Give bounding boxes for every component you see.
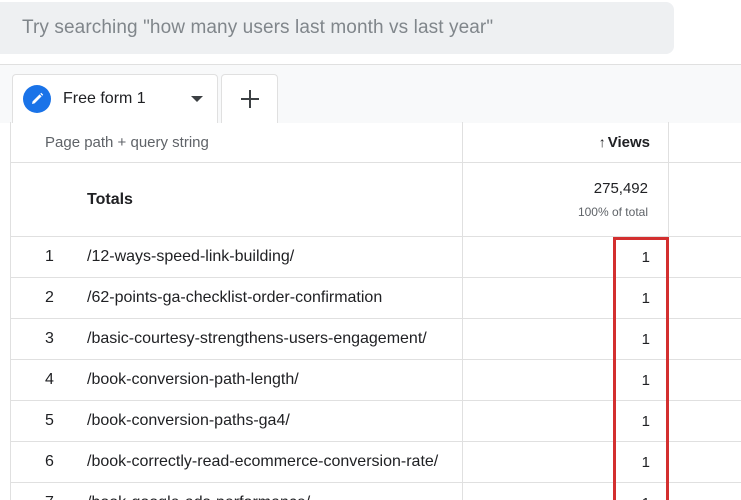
views-value: 1 xyxy=(642,495,650,500)
page-path-cell[interactable]: /book-conversion-path-length/ xyxy=(87,360,457,400)
views-cell: 1 xyxy=(463,442,650,482)
views-header-label: Views xyxy=(607,133,650,151)
page-path-cell[interactable]: /book-correctly-read-ecommerce-conversio… xyxy=(87,442,457,482)
views-value: 1 xyxy=(641,330,650,348)
tab-strip: Free form 1 xyxy=(0,65,741,123)
row-index: 7 xyxy=(11,483,89,500)
sort-ascending-icon: ↑ xyxy=(598,134,606,150)
totals-percent: 100% of total xyxy=(577,205,648,219)
page-path-cell[interactable]: /book-google-ads-performance/ xyxy=(87,483,457,500)
views-cell: 1 xyxy=(463,237,650,277)
page-path-cell[interactable]: /12-ways-speed-link-building/ xyxy=(87,237,457,277)
table-header-row: Page path + query string ↑ Views xyxy=(11,122,741,163)
pencil-icon xyxy=(23,85,51,113)
dimension-column-header[interactable]: Page path + query string xyxy=(45,122,209,162)
analytics-report-page: Try searching "how many users last month… xyxy=(0,0,741,500)
row-index: 1 xyxy=(45,248,54,265)
chevron-down-icon[interactable] xyxy=(191,96,203,102)
row-index: 3 xyxy=(45,330,54,347)
table-row[interactable]: 1/12-ways-speed-link-building/1 xyxy=(11,237,741,278)
add-tab-button[interactable] xyxy=(221,74,278,123)
row-index: 2 xyxy=(45,289,54,306)
row-index: 4 xyxy=(45,371,54,388)
search-placeholder: Try searching "how many users last month… xyxy=(22,17,494,38)
table-row[interactable]: 5/book-conversion-paths-ga4/1 xyxy=(11,401,741,442)
table-row[interactable]: 7/book-google-ads-performance/1 xyxy=(11,483,741,500)
table-row[interactable]: 2/62-points-ga-checklist-order-confirmat… xyxy=(11,278,741,319)
views-cell: 1 xyxy=(463,401,650,441)
row-index: 5 xyxy=(45,412,54,429)
table-row[interactable]: 3/basic-courtesy-strengthens-users-engag… xyxy=(11,319,741,360)
page-path-cell[interactable]: /basic-courtesy-strengthens-users-engage… xyxy=(87,319,457,359)
views-value: 1 xyxy=(641,453,650,471)
views-value: 1 xyxy=(641,289,650,307)
page-path-cell[interactable]: /62-points-ga-checklist-order-confirmati… xyxy=(87,278,457,318)
report-table: Page path + query string ↑ Views Totals … xyxy=(10,122,741,500)
views-cell: 1 xyxy=(463,278,650,318)
views-value: 1 xyxy=(641,371,650,389)
row-index: 6 xyxy=(45,453,54,470)
totals-row: Totals 275,492 100% of total xyxy=(11,163,741,237)
totals-value: 275,492 xyxy=(593,180,648,197)
tab-label: Free form 1 xyxy=(63,90,146,107)
views-cell: 1 xyxy=(463,360,650,400)
tab-free-form-1[interactable]: Free form 1 xyxy=(12,74,218,123)
views-value: 1 xyxy=(641,248,650,266)
views-column-header[interactable]: ↑ Views xyxy=(463,122,650,162)
table-body: 1/12-ways-speed-link-building/1 2/62-poin… xyxy=(11,237,741,500)
table-row[interactable]: 6/book-correctly-read-ecommerce-conversi… xyxy=(11,442,741,483)
page-path-cell[interactable]: /book-conversion-paths-ga4/ xyxy=(87,401,457,441)
totals-views: 275,492 100% of total xyxy=(463,163,648,236)
plus-icon xyxy=(240,90,259,108)
totals-label: Totals xyxy=(87,190,133,208)
table-row[interactable]: 4/book-conversion-path-length/1 xyxy=(11,360,741,401)
views-value: 1 xyxy=(641,412,650,430)
views-cell: 1 xyxy=(463,483,650,500)
views-cell: 1 xyxy=(463,319,650,359)
search-bar-container: Try searching "how many users last month… xyxy=(0,0,741,65)
search-input[interactable]: Try searching "how many users last month… xyxy=(0,2,674,54)
